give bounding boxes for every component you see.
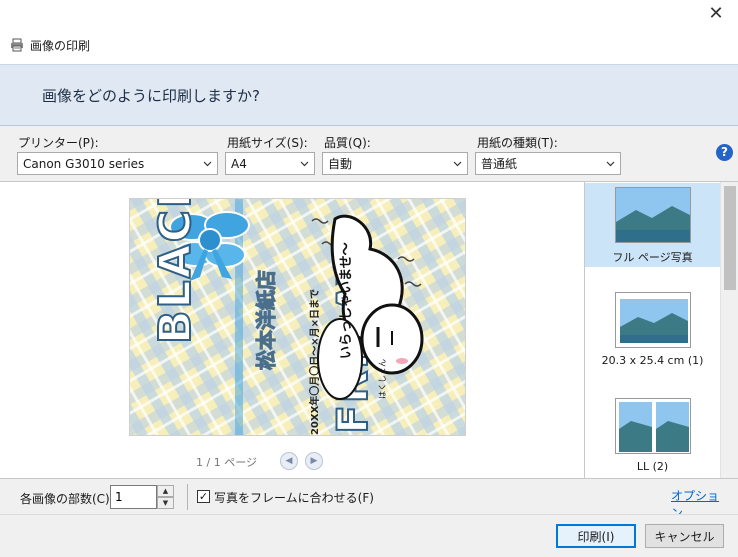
copies-stepper: ▲ ▼ (110, 485, 174, 509)
layout-label: LL (2) (636, 460, 669, 473)
copies-decrement-button[interactable]: ▼ (157, 497, 174, 509)
layout-list: フル ページ写真 20.3 x 25.4 cm (1) LL (2) (585, 182, 720, 479)
sign-text: はくしょん (378, 359, 387, 399)
next-page-button[interactable]: ▶ (305, 452, 323, 470)
chevron-down-icon (453, 161, 462, 167)
layout-label: フル ページ写真 (612, 251, 693, 264)
layout-scrollbar[interactable] (720, 182, 738, 478)
quality-select[interactable]: 自動 (322, 152, 468, 175)
arrow-right-icon: ▶ (310, 456, 318, 466)
button-bar: 印刷(I) キャンセル (0, 514, 738, 557)
layout-label: 20.3 x 25.4 cm (1) (601, 354, 704, 367)
bottom-options-row: 各画像の部数(C): ▲ ▼ ✓ 写真をフレームに合わせる(F) オプション..… (0, 478, 738, 520)
ll-two-photo-icon (615, 398, 691, 454)
help-icon: ? (721, 145, 728, 159)
close-icon: ✕ (708, 3, 724, 24)
page-indicator: 1 / 1 ページ (196, 456, 257, 469)
arrow-left-icon: ◀ (285, 456, 293, 466)
paper-type-label: 用紙の種類(T): (477, 136, 558, 150)
fit-to-frame-label[interactable]: 写真をフレームに合わせる(F) (214, 489, 374, 506)
layout-option-20x25[interactable]: 20.3 x 25.4 cm (1) (585, 288, 720, 372)
printer-select-value: Canon G3010 series (23, 156, 145, 171)
quality-label: 品質(Q): (324, 136, 371, 150)
printer-select[interactable]: Canon G3010 series (17, 152, 218, 175)
printer-icon (11, 38, 23, 52)
window-title: 画像の印刷 (10, 37, 90, 53)
fit-to-frame-checkbox[interactable]: ✓ (197, 490, 210, 503)
caret-up-icon: ▲ (162, 487, 169, 495)
divider (187, 484, 188, 510)
title-bar: ✕ 画像の印刷 (0, 0, 738, 64)
print-button[interactable]: 印刷(I) (556, 524, 636, 548)
layout-option-ll-2[interactable]: LL (2) (585, 394, 720, 478)
close-button[interactable]: ✕ (704, 4, 728, 26)
copies-increment-button[interactable]: ▲ (157, 485, 174, 497)
copies-input[interactable] (110, 485, 157, 509)
preview-image: BLACK FRIDAY! 松本洋紙店 開催日20XX年〇月〇日〜×月×日まで … (129, 198, 466, 436)
chevron-down-icon (606, 161, 615, 167)
chevron-down-icon (300, 161, 309, 167)
layout-pane: フル ページ写真 20.3 x 25.4 cm (1) LL (2) (585, 181, 738, 478)
banner-question: 画像をどのように印刷しますか? (42, 87, 260, 105)
speech-bubble-text: いらっしゃいませ〜 (339, 242, 354, 359)
paper-size-label: 用紙サイズ(S): (227, 136, 308, 150)
print-preview-pane: BLACK FRIDAY! 松本洋紙店 開催日20XX年〇月〇日〜×月×日まで … (0, 181, 585, 478)
caret-down-icon: ▼ (162, 499, 169, 507)
window-title-text: 画像の印刷 (30, 38, 91, 53)
copies-label: 各画像の部数(C): (20, 492, 114, 506)
help-button[interactable]: ? (716, 144, 733, 161)
paper-type-value: 普通紙 (481, 157, 518, 171)
scrollbar-thumb[interactable] (724, 186, 736, 290)
paper-size-value: A4 (231, 156, 247, 171)
question-banner: 画像をどのように印刷しますか? (0, 64, 738, 126)
checkmark-icon: ✓ (198, 490, 209, 503)
full-page-photo-icon (615, 187, 691, 243)
printer-label: プリンター(P): (18, 136, 99, 150)
8x10-photo-icon (615, 292, 691, 348)
character-graphic: いらっしゃいませ〜 はくしょん (311, 214, 424, 400)
cancel-button[interactable]: キャンセル (645, 524, 724, 548)
chevron-down-icon (203, 161, 212, 167)
quality-value: 自動 (328, 157, 353, 171)
paper-size-select[interactable]: A4 (225, 152, 315, 175)
print-options-row: プリンター(P): Canon G3010 series 用紙サイズ(S): A… (0, 126, 738, 181)
layout-option-full-page[interactable]: フル ページ写真 (585, 183, 720, 267)
paper-type-select[interactable]: 普通紙 (475, 152, 621, 175)
prev-page-button[interactable]: ◀ (280, 452, 298, 470)
